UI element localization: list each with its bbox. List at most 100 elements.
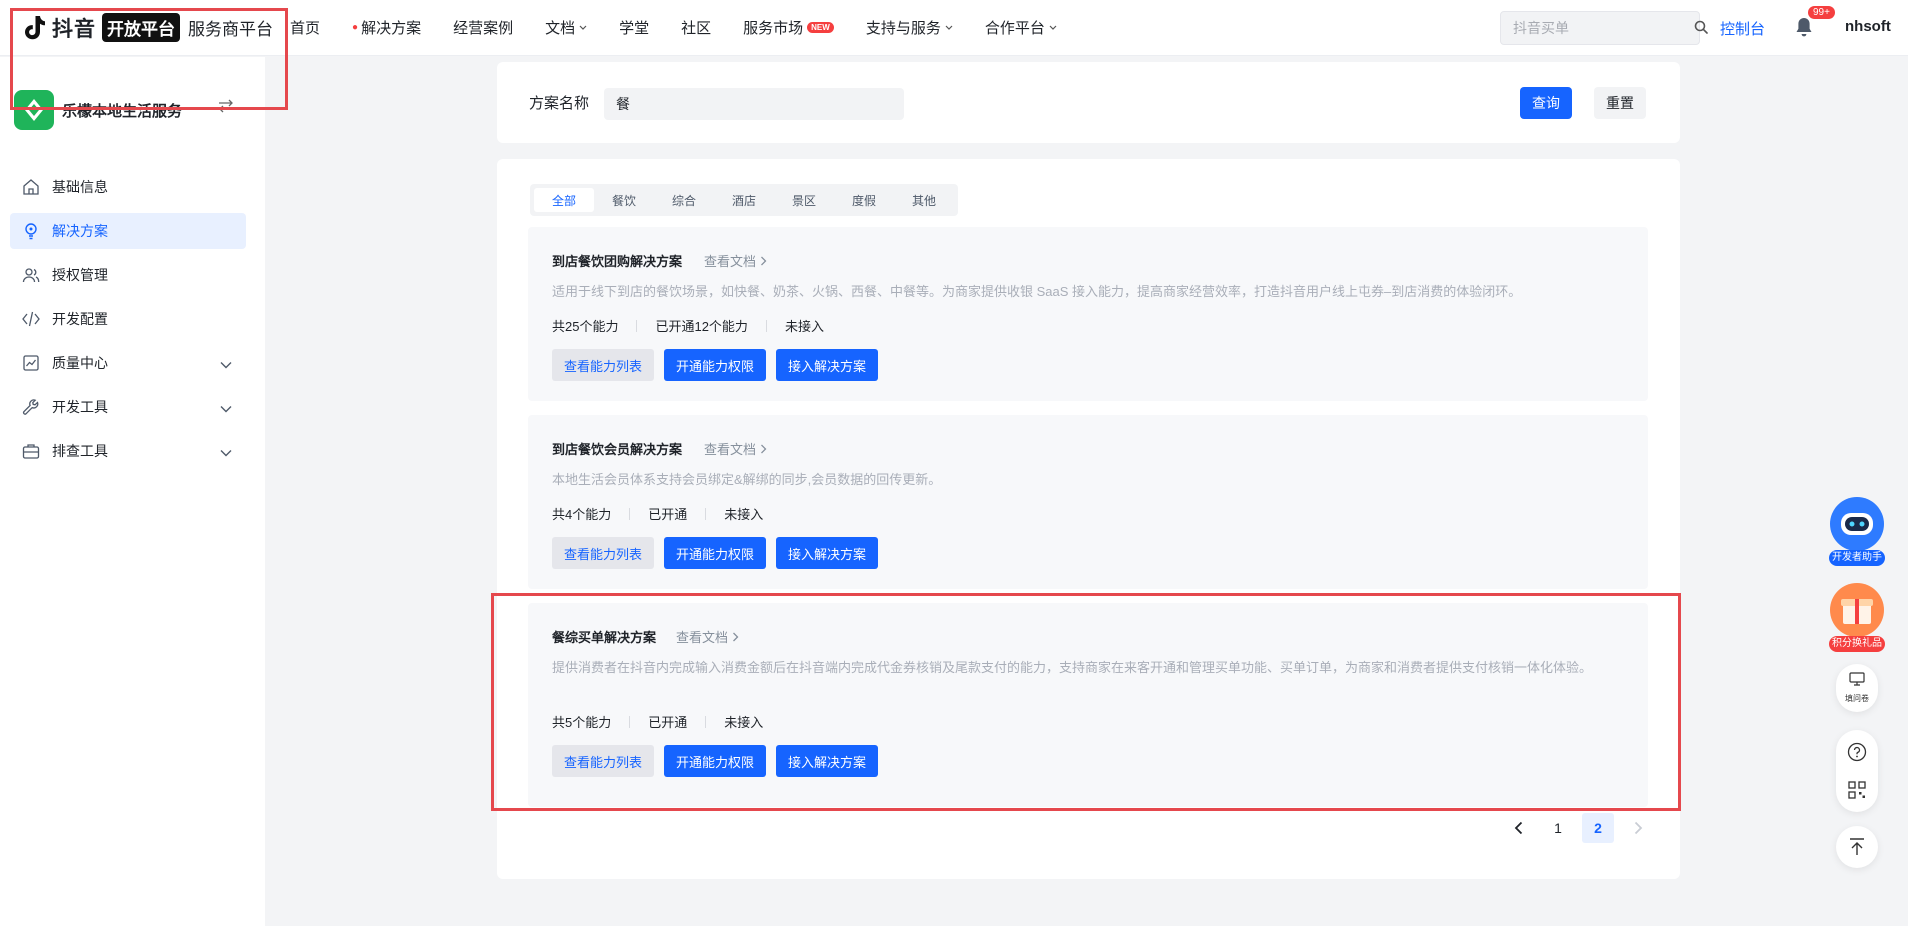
survey-label: 填问卷: [1845, 694, 1869, 703]
category-tab[interactable]: 度假: [834, 188, 894, 212]
solution-card: 到店餐饮团购解决方案 查看文档 适用于线下到店的餐饮场景，如快餐、奶茶、火锅、西餐…: [528, 227, 1648, 401]
sidebar-item-label: 解决方案: [52, 223, 108, 239]
nav-item[interactable]: 学堂: [619, 17, 649, 38]
nav-item[interactable]: 社区: [681, 17, 711, 38]
chevron-down-icon: [1049, 23, 1057, 33]
page-number[interactable]: 2: [1582, 813, 1614, 843]
sidebar-item[interactable]: 开发配置: [10, 301, 246, 337]
solution-highlight-box: [491, 593, 1681, 811]
developer-assistant-widget[interactable]: 开发者助手: [1826, 496, 1888, 566]
search-icon[interactable]: [1694, 20, 1708, 37]
divider: [705, 507, 707, 520]
stat-value: 已开通: [648, 507, 688, 522]
nav-item[interactable]: 文档: [545, 17, 587, 38]
solution-stats: 共4个能力 已开通 未接入: [552, 504, 763, 523]
nav-item-label: 社区: [681, 20, 712, 37]
nav-item[interactable]: 支持与服务: [866, 17, 953, 38]
username-menu[interactable]: nhsoft: [1845, 18, 1891, 35]
new-badge: NEW: [807, 22, 834, 33]
sidebar-item[interactable]: 质量中心: [10, 345, 246, 381]
nav-item[interactable]: 首页: [290, 17, 320, 38]
reset-button[interactable]: 重置: [1594, 87, 1646, 119]
wrench-icon: [22, 398, 40, 416]
help-icon[interactable]: [1847, 742, 1867, 765]
bulb-icon: [22, 222, 40, 240]
nav-item[interactable]: 经营案例: [453, 17, 513, 38]
console-link[interactable]: 控制台: [1720, 18, 1765, 39]
solution-actions: 查看能力列表 开通能力权限 接入解决方案: [552, 537, 888, 569]
category-tab[interactable]: 全部: [534, 188, 594, 212]
nav-item-label: 文档: [545, 20, 576, 37]
stat-value: 未接入: [724, 507, 764, 522]
query-button[interactable]: 查询: [1520, 87, 1572, 119]
chevron-down-icon: [220, 444, 232, 460]
prev-page-button[interactable]: [1502, 813, 1534, 843]
back-to-top-button[interactable]: [1836, 826, 1878, 868]
stat-value: 已开通12个能力: [655, 319, 748, 334]
view-doc-label: 查看文档: [704, 442, 757, 457]
chevron-down-icon: [579, 23, 587, 33]
sidebar-item[interactable]: 排查工具: [10, 433, 246, 469]
category-tab[interactable]: 景区: [774, 188, 834, 212]
view-doc-link[interactable]: 查看文档: [704, 439, 767, 458]
chart-icon: [22, 354, 40, 372]
sidebar-item-label: 开发工具: [52, 399, 108, 415]
chevron-right-icon: [756, 254, 767, 269]
nav-item-label: 服务市场: [743, 20, 804, 37]
gift-label: 积分换礼品: [1829, 636, 1885, 652]
nav-item[interactable]: 合作平台: [985, 17, 1057, 38]
survey-widget[interactable]: 填问卷: [1836, 664, 1878, 712]
bell-icon[interactable]: [1794, 16, 1816, 38]
divider: [765, 319, 767, 332]
chevron-down-icon: [945, 23, 953, 33]
stat-value: 共25个能力: [552, 319, 619, 334]
connect-solution-button[interactable]: 接入解决方案: [776, 537, 879, 569]
sidebar-item[interactable]: 授权管理: [10, 257, 246, 293]
divider: [636, 319, 638, 332]
sidebar-item-label: 基础信息: [52, 179, 108, 195]
category-tab[interactable]: 综合: [654, 188, 714, 212]
pagination: 12: [1494, 813, 1654, 843]
nav-item-label: 解决方案: [361, 20, 422, 37]
connect-solution-button[interactable]: 接入解决方案: [776, 349, 879, 381]
view-doc-label: 查看文档: [704, 254, 757, 269]
search-input[interactable]: [1513, 20, 1694, 36]
enable-capability-button[interactable]: 开通能力权限: [664, 537, 767, 569]
category-tab[interactable]: 其他: [894, 188, 954, 212]
nav-item-label: 首页: [290, 20, 321, 37]
solution-description: 适用于线下到店的餐饮场景，如快餐、奶茶、火锅、西餐、中餐等。为商家提供收银 Sa…: [552, 284, 1522, 299]
solution-title: 到店餐饮会员解决方案: [552, 442, 683, 457]
nav-item-label: 学堂: [619, 20, 650, 37]
sidebar-menu: 基础信息解决方案授权管理开发配置质量中心开发工具排查工具: [10, 169, 246, 477]
stat-value: 共4个能力: [552, 507, 612, 522]
sidebar-item[interactable]: 基础信息: [10, 169, 246, 205]
points-gift-widget[interactable]: 积分换礼品: [1826, 582, 1888, 652]
next-page-button[interactable]: [1622, 813, 1654, 843]
qrcode-icon[interactable]: [1847, 780, 1867, 803]
home-icon: [22, 178, 40, 196]
nav-item-label: 经营案例: [453, 20, 514, 37]
code-icon: [22, 310, 40, 328]
nav-item[interactable]: ● 解决方案: [352, 17, 421, 38]
sidebar: 乐檬本地生活服务 基础信息 解决方案 授权管理 开发配置 质量中心 开发工具 排查工具: [0, 57, 265, 926]
category-tab[interactable]: 酒店: [714, 188, 774, 212]
solution-title: 到店餐饮团购解决方案: [552, 254, 683, 269]
survey-icon: [1849, 672, 1865, 689]
solution-name-input[interactable]: [604, 88, 904, 120]
nav-item[interactable]: 服务市场 NEW: [743, 17, 834, 38]
fire-icon: ●: [352, 22, 359, 33]
sidebar-item-label: 授权管理: [52, 267, 108, 283]
sidebar-item-label: 排查工具: [52, 443, 108, 459]
solution-description: 本地生活会员体系支持会员绑定&解绑的同步,会员数据的回传更新。: [552, 472, 942, 487]
sidebar-item[interactable]: 解决方案: [10, 213, 246, 249]
sidebar-item[interactable]: 开发工具: [10, 389, 246, 425]
users-icon: [22, 266, 40, 284]
view-capability-list-button[interactable]: 查看能力列表: [552, 349, 655, 381]
page-number[interactable]: 1: [1542, 813, 1574, 843]
category-tab[interactable]: 餐饮: [594, 188, 654, 212]
enable-capability-button[interactable]: 开通能力权限: [664, 349, 767, 381]
solution-actions: 查看能力列表 开通能力权限 接入解决方案: [552, 349, 888, 381]
view-capability-list-button[interactable]: 查看能力列表: [552, 537, 655, 569]
view-doc-link[interactable]: 查看文档: [704, 251, 767, 270]
search-box[interactable]: [1500, 11, 1708, 45]
